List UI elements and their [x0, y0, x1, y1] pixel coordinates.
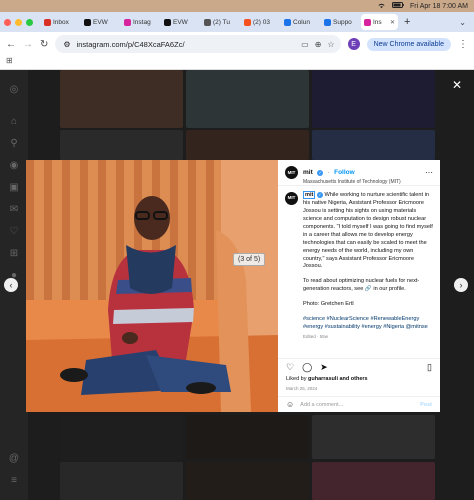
- follow-button[interactable]: Follow: [334, 169, 355, 176]
- close-window-button[interactable]: [4, 18, 11, 26]
- url-text: instagram.com/p/C48XcaFA6Zc/: [76, 39, 185, 49]
- profile-avatar[interactable]: E: [347, 38, 360, 50]
- close-tab-icon[interactable]: ✕: [390, 19, 395, 26]
- emoji-icon[interactable]: ☺: [286, 400, 294, 409]
- tab-label: EVW: [93, 18, 108, 26]
- tab-favicon-icon: [324, 18, 331, 26]
- browser-tab[interactable]: EVW: [81, 14, 118, 30]
- bookmark-star-icon[interactable]: ☆: [327, 40, 334, 49]
- post-comment-button[interactable]: Post: [420, 402, 432, 408]
- likes-summary: Liked by guharrasuli and others: [278, 376, 440, 386]
- verified-badge-icon: ✓: [317, 169, 324, 176]
- share-icon[interactable]: ➤: [320, 362, 328, 373]
- liked-suffix[interactable]: and others: [338, 376, 367, 382]
- image-counter: (3 of 5): [233, 253, 266, 266]
- tab-search-icon[interactable]: ⌄: [459, 18, 466, 27]
- tab-label: Inbox: [53, 18, 69, 26]
- browser-tab[interactable]: Colun: [281, 14, 318, 30]
- browser-tab[interactable]: Suppo: [321, 14, 358, 30]
- reload-icon[interactable]: ↻: [40, 39, 48, 50]
- post-photo-illustration: [26, 160, 278, 412]
- post-header: MIT mit ✓ · Follow Massachusetts Institu…: [278, 160, 440, 186]
- tab-favicon-icon: [84, 18, 91, 26]
- tab-favicon-icon: [44, 18, 51, 26]
- caption-photo-credit: Photo: Gretchen Ertl: [303, 301, 354, 308]
- liked-prefix: Liked by: [286, 376, 309, 382]
- next-post-button[interactable]: ›: [454, 278, 468, 292]
- forward-arrow-icon[interactable]: →: [23, 39, 33, 50]
- tab-favicon-icon: [284, 18, 291, 26]
- browser-tab[interactable]: Inbox: [41, 14, 78, 30]
- page-content: ◎ ⌂ ⚲ ◉ ▣ ✉ ♡ ⊞ ● @ ≡ ✕ ‹ ›: [0, 70, 474, 500]
- browser-tab[interactable]: Instag: [121, 14, 158, 30]
- tab-favicon-icon: [164, 18, 171, 26]
- account-full-name: Massachusetts Institute of Technology (M…: [303, 178, 401, 185]
- post-caption: MIT mit ✓ While working to nurture scien…: [278, 186, 440, 358]
- account-name[interactable]: mit: [303, 169, 313, 176]
- wifi-icon[interactable]: [377, 2, 386, 11]
- tab-label: Suppo: [333, 18, 352, 26]
- caption-edited-time: Edited · 55w: [303, 334, 329, 340]
- back-arrow-icon[interactable]: ←: [6, 39, 16, 50]
- more-menu-icon[interactable]: ⋮: [458, 39, 468, 50]
- previous-post-button[interactable]: ‹: [4, 278, 18, 292]
- tab-favicon-icon: [204, 18, 211, 26]
- post-actions: ♡ ◯ ➤ ▯: [278, 358, 440, 376]
- zoom-window-button[interactable]: [26, 18, 33, 26]
- tab-label: (2) 03: [253, 18, 270, 26]
- comment-icon[interactable]: ◯: [302, 362, 312, 373]
- caption-verified-badge-icon: ✓: [316, 192, 323, 198]
- comment-input[interactable]: Add a comment...: [300, 402, 343, 408]
- browser-tab[interactable]: (2) Tu: [201, 14, 238, 30]
- save-bookmark-icon[interactable]: ▯: [427, 362, 432, 373]
- tab-favicon-icon: [364, 18, 371, 26]
- site-info-icon[interactable]: ⚙: [63, 40, 70, 49]
- caption-account-name[interactable]: mit: [303, 191, 316, 199]
- like-heart-icon[interactable]: ♡: [286, 362, 294, 373]
- bookmarks-bar: ⊞: [0, 56, 474, 70]
- close-icon[interactable]: ✕: [452, 78, 462, 92]
- post-details-panel: MIT mit ✓ · Follow Massachusetts Institu…: [278, 160, 440, 412]
- battery-icon[interactable]: [392, 2, 404, 10]
- caption-text-paragraph-1: While working to nurture scientific tale…: [303, 192, 433, 270]
- apps-grid-icon[interactable]: ⊞: [6, 56, 13, 65]
- caption-avatar[interactable]: MIT: [285, 192, 298, 205]
- browser-toolbar: ← → ↻ ⚙ instagram.com/p/C48XcaFA6Zc/ ▭ ⊕…: [0, 32, 474, 56]
- post-options-icon[interactable]: ⋯: [425, 168, 433, 177]
- caption-hashtags[interactable]: #science #NuclearScience #RenewableEnerg…: [303, 316, 433, 332]
- browser-tab[interactable]: Ins ✕: [361, 14, 398, 30]
- caption-text-paragraph-2: To read about optimizing nuclear fuels f…: [303, 278, 420, 293]
- tab-label: EVW: [173, 18, 188, 26]
- browser-tab[interactable]: (2) 03: [241, 14, 278, 30]
- new-tab-button[interactable]: +: [404, 16, 410, 28]
- tab-favicon-icon: [244, 18, 251, 26]
- macos-menubar: Fri Apr 18 7:00 AM: [0, 0, 474, 12]
- minimize-window-button[interactable]: [15, 18, 22, 26]
- browser-tab[interactable]: EVW: [161, 14, 198, 30]
- post-date: March 25, 2024: [286, 386, 318, 391]
- comment-bar: ☺ Add a comment... Post: [278, 396, 440, 412]
- window-controls: [4, 18, 33, 26]
- address-bar[interactable]: ⚙ instagram.com/p/C48XcaFA6Zc/ ▭ ⊕ ☆: [55, 35, 341, 53]
- tab-label: Ins: [373, 18, 382, 26]
- tab-label: Colun: [293, 18, 310, 26]
- account-avatar[interactable]: MIT: [285, 166, 298, 179]
- new-chrome-available-button[interactable]: New Chrome available: [366, 37, 451, 51]
- tab-favicon-icon: [124, 18, 131, 26]
- cast-icon[interactable]: ▭: [301, 40, 309, 49]
- liked-user[interactable]: guharrasuli: [308, 376, 338, 382]
- zoom-icon[interactable]: ⊕: [315, 40, 322, 49]
- post-photo[interactable]: (3 of 5): [26, 160, 278, 412]
- post-modal: (3 of 5) MIT mit ✓ · Follow Massachusett…: [26, 160, 440, 412]
- tab-label: Instag: [133, 18, 151, 26]
- tab-label: (2) Tu: [213, 18, 230, 26]
- browser-tab-strip: Inbox EVW Instag EVW (2) Tu (2) 03 Colun Suppo I…: [0, 12, 474, 32]
- menubar-clock[interactable]: Fri Apr 18 7:00 AM: [410, 3, 468, 10]
